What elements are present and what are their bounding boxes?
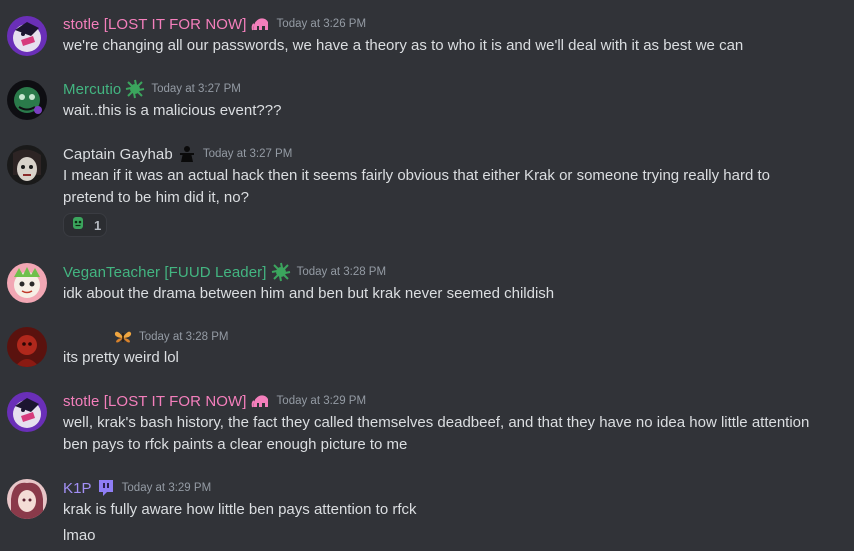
purple-badge-icon <box>96 478 116 498</box>
pink-elephant-icon <box>251 391 271 411</box>
message-text: well, krak's bash history, the fact they… <box>63 414 810 431</box>
timestamp: Today at 3:27 PM <box>202 148 293 160</box>
timestamp: Today at 3:26 PM <box>276 18 367 30</box>
username[interactable]: Mercutio <box>63 81 121 98</box>
avatar[interactable] <box>7 263 47 303</box>
username[interactable]: stotle [LOST IT FOR NOW] <box>63 393 247 410</box>
reaction-button[interactable]: 1 <box>63 213 107 237</box>
username[interactable]: K1P <box>63 480 92 497</box>
message-text: ben pays to rfck paints a clear enough p… <box>63 436 408 453</box>
green-splat-icon <box>271 262 291 282</box>
pink-elephant-icon <box>251 14 271 34</box>
reaction-count: 1 <box>94 217 102 233</box>
message-text: we're changing all our passwords, we hav… <box>63 37 744 54</box>
chat-messages: stotle [LOST IT FOR NOW] Today at 3:26 P… <box>0 0 854 551</box>
green-face-emoji-icon <box>70 215 86 236</box>
message-text: krak is fully aware how little ben pays … <box>63 501 417 518</box>
timestamp: Today at 3:28 PM <box>296 266 387 278</box>
green-splat-icon <box>125 79 145 99</box>
message-text: I mean if it was an actual hack then it … <box>63 167 771 184</box>
avatar[interactable] <box>7 392 47 432</box>
timestamp: Today at 3:28 PM <box>139 331 229 343</box>
avatar[interactable] <box>7 16 47 56</box>
message-text: idk about the drama between him and ben … <box>63 285 555 302</box>
message-text: pretend to be him did it, no? <box>63 189 249 206</box>
username[interactable]: VeganTeacher [FUUD Leader] <box>63 264 267 281</box>
message-text: wait..this is a malicious event??? <box>63 102 282 119</box>
timestamp: Today at 3:29 PM <box>276 395 367 407</box>
butterfly-icon <box>113 327 133 347</box>
timestamp: Today at 3:27 PM <box>151 83 241 95</box>
avatar[interactable] <box>7 80 47 120</box>
username[interactable]: Captain Gayhab <box>63 146 173 163</box>
avatar[interactable] <box>7 327 47 367</box>
message-text: its pretty weird lol <box>63 349 179 366</box>
avatar[interactable] <box>7 479 47 519</box>
avatar[interactable] <box>7 145 47 185</box>
message-text: lmao <box>63 527 96 544</box>
black-figure-icon <box>177 144 197 164</box>
timestamp: Today at 3:29 PM <box>121 482 212 494</box>
username[interactable]: stotle [LOST IT FOR NOW] <box>63 16 247 33</box>
